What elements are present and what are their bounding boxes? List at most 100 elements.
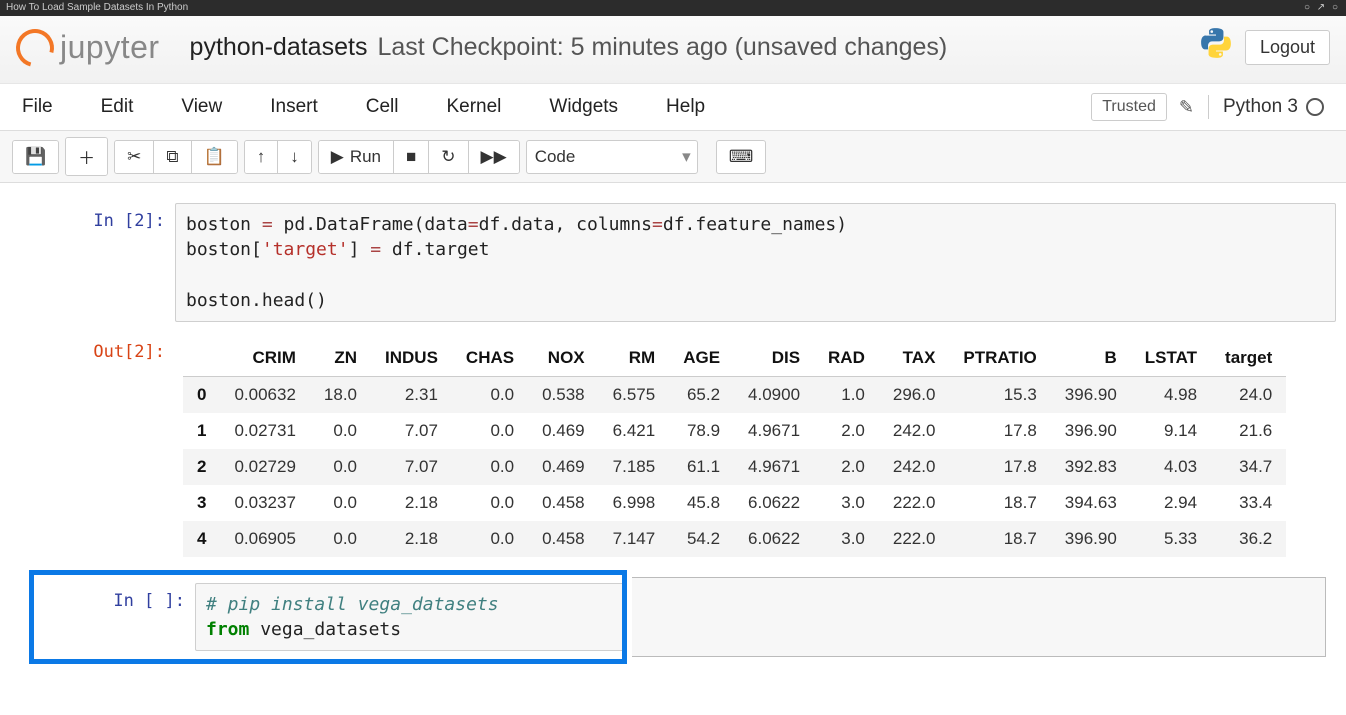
table-cell: 396.90 (1051, 413, 1131, 449)
cut-button[interactable]: ✂ (115, 141, 154, 173)
table-cell: 15.3 (949, 376, 1050, 413)
cell-type-select[interactable]: Code (526, 140, 698, 174)
table-cell: 4.98 (1131, 376, 1211, 413)
table-column-header: PTRATIO (949, 340, 1050, 377)
table-column-header: INDUS (371, 340, 452, 377)
input-prompt: In [2]: (10, 203, 175, 322)
paste-icon: 📋 (204, 147, 225, 167)
table-column-header: AGE (669, 340, 734, 377)
table-cell: 3.0 (814, 521, 879, 557)
notebook-header: jupyter python-datasets Last Checkpoint:… (0, 16, 1346, 84)
table-cell: 1.0 (814, 376, 879, 413)
table-column-header: target (1211, 340, 1286, 377)
output-prompt: Out[2]: (10, 334, 175, 559)
menu-cell[interactable]: Cell (366, 96, 399, 118)
stop-icon: ■ (406, 147, 416, 167)
menu-widgets[interactable]: Widgets (549, 96, 618, 118)
table-cell: 0.0 (452, 521, 528, 557)
table-cell: 0.458 (528, 485, 599, 521)
table-cell: 36.2 (1211, 521, 1286, 557)
table-cell: 18.7 (949, 521, 1050, 557)
kernel-status-icon (1306, 98, 1324, 116)
table-cell: 78.9 (669, 413, 734, 449)
code-input-area[interactable]: # pip install vega_datasets from vega_da… (195, 583, 626, 651)
table-cell: 0.538 (528, 376, 599, 413)
table-cell: 5.33 (1131, 521, 1211, 557)
table-cell: 0.0 (452, 376, 528, 413)
table-cell: 4.9671 (734, 449, 814, 485)
table-cell: 242.0 (879, 413, 950, 449)
table-cell: 34.7 (1211, 449, 1286, 485)
output-area: CRIMZNINDUSCHASNOXRMAGEDISRADTAXPTRATIOB… (175, 334, 1336, 559)
table-cell: 0.0 (310, 413, 371, 449)
table-row: 00.0063218.02.310.00.5386.57565.24.09001… (183, 376, 1286, 413)
table-cell: 6.421 (599, 413, 670, 449)
play-icon: ▶ (331, 147, 344, 167)
table-row-index: 1 (183, 413, 220, 449)
arrow-down-icon: ↓ (290, 147, 299, 167)
notebook-container: In [2]: boston = pd.DataFrame(data=df.da… (0, 183, 1346, 715)
run-button[interactable]: ▶Run (319, 141, 394, 173)
table-cell: 0.469 (528, 449, 599, 485)
browser-tab-title: How To Load Sample Datasets In Python (6, 2, 188, 14)
move-up-button[interactable]: ↑ (245, 141, 279, 173)
table-cell: 18.7 (949, 485, 1050, 521)
toolbar: 💾 ＋ ✂ ⧉ 📋 ↑ ↓ ▶Run ■ ↻ ▶▶ Code ⌨ (0, 131, 1346, 183)
trusted-indicator[interactable]: Trusted (1091, 93, 1167, 121)
table-cell: 21.6 (1211, 413, 1286, 449)
table-cell: 0.00632 (220, 376, 309, 413)
menu-edit[interactable]: Edit (101, 96, 134, 118)
table-cell: 2.94 (1131, 485, 1211, 521)
table-cell: 18.0 (310, 376, 371, 413)
menubar: File Edit View Insert Cell Kernel Widget… (0, 84, 1346, 131)
code-cell-active[interactable]: In [ ]: # pip install vega_datasets from… (30, 571, 626, 663)
table-cell: 0.03237 (220, 485, 309, 521)
jupyter-logo-text: jupyter (60, 29, 160, 66)
table-cell: 4.03 (1131, 449, 1211, 485)
insert-cell-button[interactable]: ＋ (66, 138, 107, 175)
table-cell: 396.90 (1051, 521, 1131, 557)
table-cell: 6.998 (599, 485, 670, 521)
jupyter-logo[interactable]: jupyter (16, 29, 160, 67)
table-column-header: CRIM (220, 340, 309, 377)
table-cell: 296.0 (879, 376, 950, 413)
copy-button[interactable]: ⧉ (154, 141, 191, 173)
save-button[interactable]: 💾 (13, 141, 58, 173)
menu-insert[interactable]: Insert (270, 96, 318, 118)
move-down-button[interactable]: ↓ (278, 141, 311, 173)
dataframe-table: CRIMZNINDUSCHASNOXRMAGEDISRADTAXPTRATIOB… (183, 340, 1286, 557)
restart-icon: ↻ (441, 147, 455, 167)
code-input-area[interactable]: boston = pd.DataFrame(data=df.data, colu… (175, 203, 1336, 322)
paste-button[interactable]: 📋 (192, 141, 237, 173)
interrupt-button[interactable]: ■ (394, 141, 429, 173)
table-cell: 0.0 (452, 413, 528, 449)
table-cell: 0.02729 (220, 449, 309, 485)
menu-kernel[interactable]: Kernel (446, 96, 501, 118)
table-cell: 4.9671 (734, 413, 814, 449)
logout-button[interactable]: Logout (1245, 30, 1330, 65)
table-column-header: RM (599, 340, 670, 377)
table-cell: 0.469 (528, 413, 599, 449)
code-cell[interactable]: In [2]: boston = pd.DataFrame(data=df.da… (10, 203, 1336, 322)
restart-button[interactable]: ↻ (429, 141, 468, 173)
command-palette-button[interactable]: ⌨ (716, 140, 767, 174)
notebook-name[interactable]: python-datasets (190, 33, 368, 62)
edit-icon[interactable]: ✎ (1179, 97, 1194, 118)
table-cell: 17.8 (949, 413, 1050, 449)
menu-file[interactable]: File (22, 96, 53, 118)
table-cell: 0.0 (310, 449, 371, 485)
kernel-name[interactable]: Python 3 (1223, 96, 1298, 118)
restart-run-all-button[interactable]: ▶▶ (469, 141, 519, 173)
menu-view[interactable]: View (181, 96, 222, 118)
table-row: 10.027310.07.070.00.4696.42178.94.96712.… (183, 413, 1286, 449)
table-cell: 2.0 (814, 413, 879, 449)
browser-tab-bar: How To Load Sample Datasets In Python ○ … (0, 0, 1346, 16)
input-prompt: In [ ]: (30, 583, 195, 651)
table-cell: 7.07 (371, 413, 452, 449)
plus-icon: ＋ (78, 144, 95, 169)
cut-icon: ✂ (127, 147, 141, 167)
menu-help[interactable]: Help (666, 96, 705, 118)
fast-forward-icon: ▶▶ (481, 147, 507, 167)
table-cell: 17.8 (949, 449, 1050, 485)
table-cell: 2.31 (371, 376, 452, 413)
